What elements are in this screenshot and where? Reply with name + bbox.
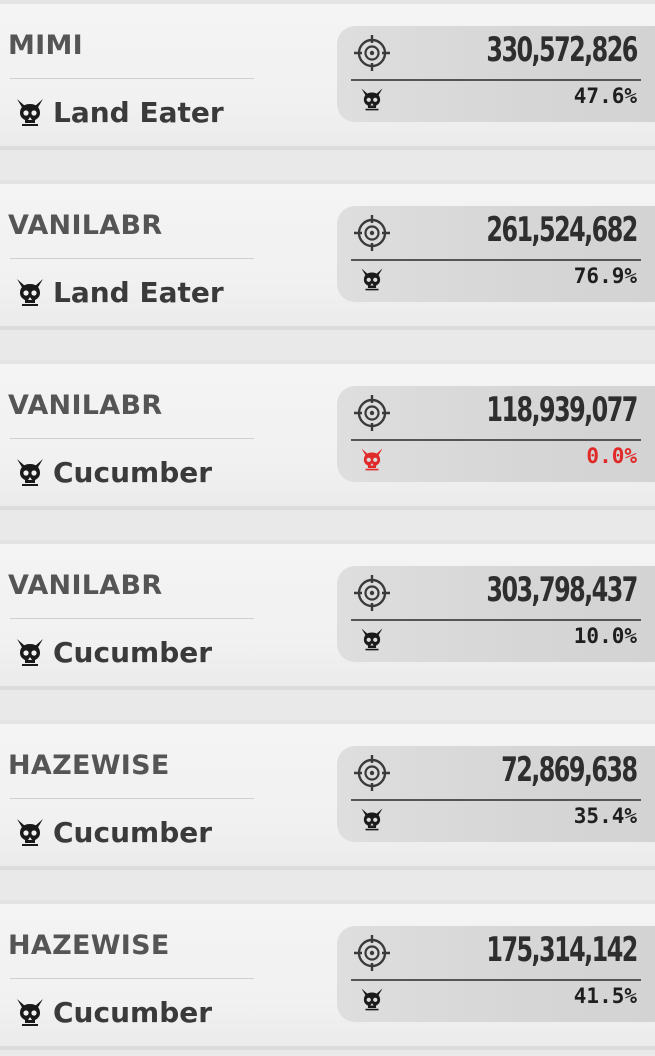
damage-value: 261,524,682 [486,210,639,250]
damage-entry-card[interactable]: VANILABR Cucumber 303,798,437 10.0% [0,540,655,690]
player-name: VANILABR [8,390,163,421]
damage-entry-card[interactable]: VANILABR Cucumber 118,939,077 0.0% [0,360,655,510]
damage-value: 72,869,638 [501,750,639,790]
stat-panel: 72,869,638 35.4% [337,746,655,842]
damage-entry-card[interactable]: VANILABR Land Eater 261,524,682 76.9% [0,180,655,330]
divider [351,619,641,621]
percent-value: 35.4% [573,804,637,828]
boss-skull-icon [17,99,43,126]
divider [351,979,641,981]
player-name: VANILABR [8,210,163,241]
percent-value: 47.6% [573,84,637,108]
boss-skull-icon [361,88,383,111]
stat-panel: 303,798,437 10.0% [337,566,655,662]
stat-panel: 118,939,077 0.0% [337,386,655,482]
boss-skull-icon [361,808,383,831]
divider [10,258,254,259]
damage-value: 330,572,826 [486,30,639,70]
boss-name: Land Eater [53,275,224,309]
boss-label: Land Eater [14,92,224,132]
boss-name: Land Eater [53,95,224,129]
boss-name: Cucumber [53,995,213,1029]
boss-label: Cucumber [14,992,212,1032]
boss-name: Cucumber [53,455,213,489]
stat-panel: 330,572,826 47.6% [337,26,655,122]
damage-entry-card[interactable]: MIMI Land Eater 330,572,826 47.6% [0,0,655,150]
percent-value: 0.0% [586,444,637,468]
crosshair-target-icon [354,935,390,971]
boss-skull-icon [17,639,43,666]
player-name: VANILABR [8,570,163,601]
crosshair-target-icon [354,755,390,791]
crosshair-target-icon [354,35,390,71]
boss-skull-icon [17,279,43,306]
percent-value: 10.0% [573,624,637,648]
damage-value: 303,798,437 [486,570,639,610]
divider [351,79,641,81]
boss-label: Cucumber [14,452,212,492]
boss-skull-icon [361,988,383,1011]
boss-skull-icon [361,448,383,471]
divider [10,438,254,439]
divider [351,259,641,261]
damage-value: 175,314,142 [486,930,639,970]
damage-value: 118,939,077 [486,390,639,430]
divider [10,978,254,979]
player-name: MIMI [8,30,84,61]
percent-value: 76.9% [573,264,637,288]
boss-skull-icon [17,999,43,1026]
boss-label: Land Eater [14,272,224,312]
percent-value: 41.5% [573,984,637,1008]
damage-entry-card[interactable]: HAZEWISE Cucumber 72,869,638 35.4% [0,720,655,870]
divider [351,799,641,801]
crosshair-target-icon [354,575,390,611]
crosshair-target-icon [354,215,390,251]
boss-skull-icon [361,628,383,651]
boss-label: Cucumber [14,632,212,672]
divider [351,439,641,441]
boss-skull-icon [361,268,383,291]
boss-skull-icon [17,459,43,486]
stat-panel: 175,314,142 41.5% [337,926,655,1022]
stat-panel: 261,524,682 76.9% [337,206,655,302]
divider [10,618,254,619]
player-name: HAZEWISE [8,930,170,961]
divider [10,798,254,799]
divider [10,78,254,79]
boss-label: Cucumber [14,812,212,852]
crosshair-target-icon [354,395,390,431]
boss-name: Cucumber [53,635,213,669]
boss-name: Cucumber [53,815,213,849]
damage-entry-card[interactable]: HAZEWISE Cucumber 175,314,142 41.5% [0,900,655,1050]
boss-skull-icon [17,819,43,846]
player-name: HAZEWISE [8,750,170,781]
